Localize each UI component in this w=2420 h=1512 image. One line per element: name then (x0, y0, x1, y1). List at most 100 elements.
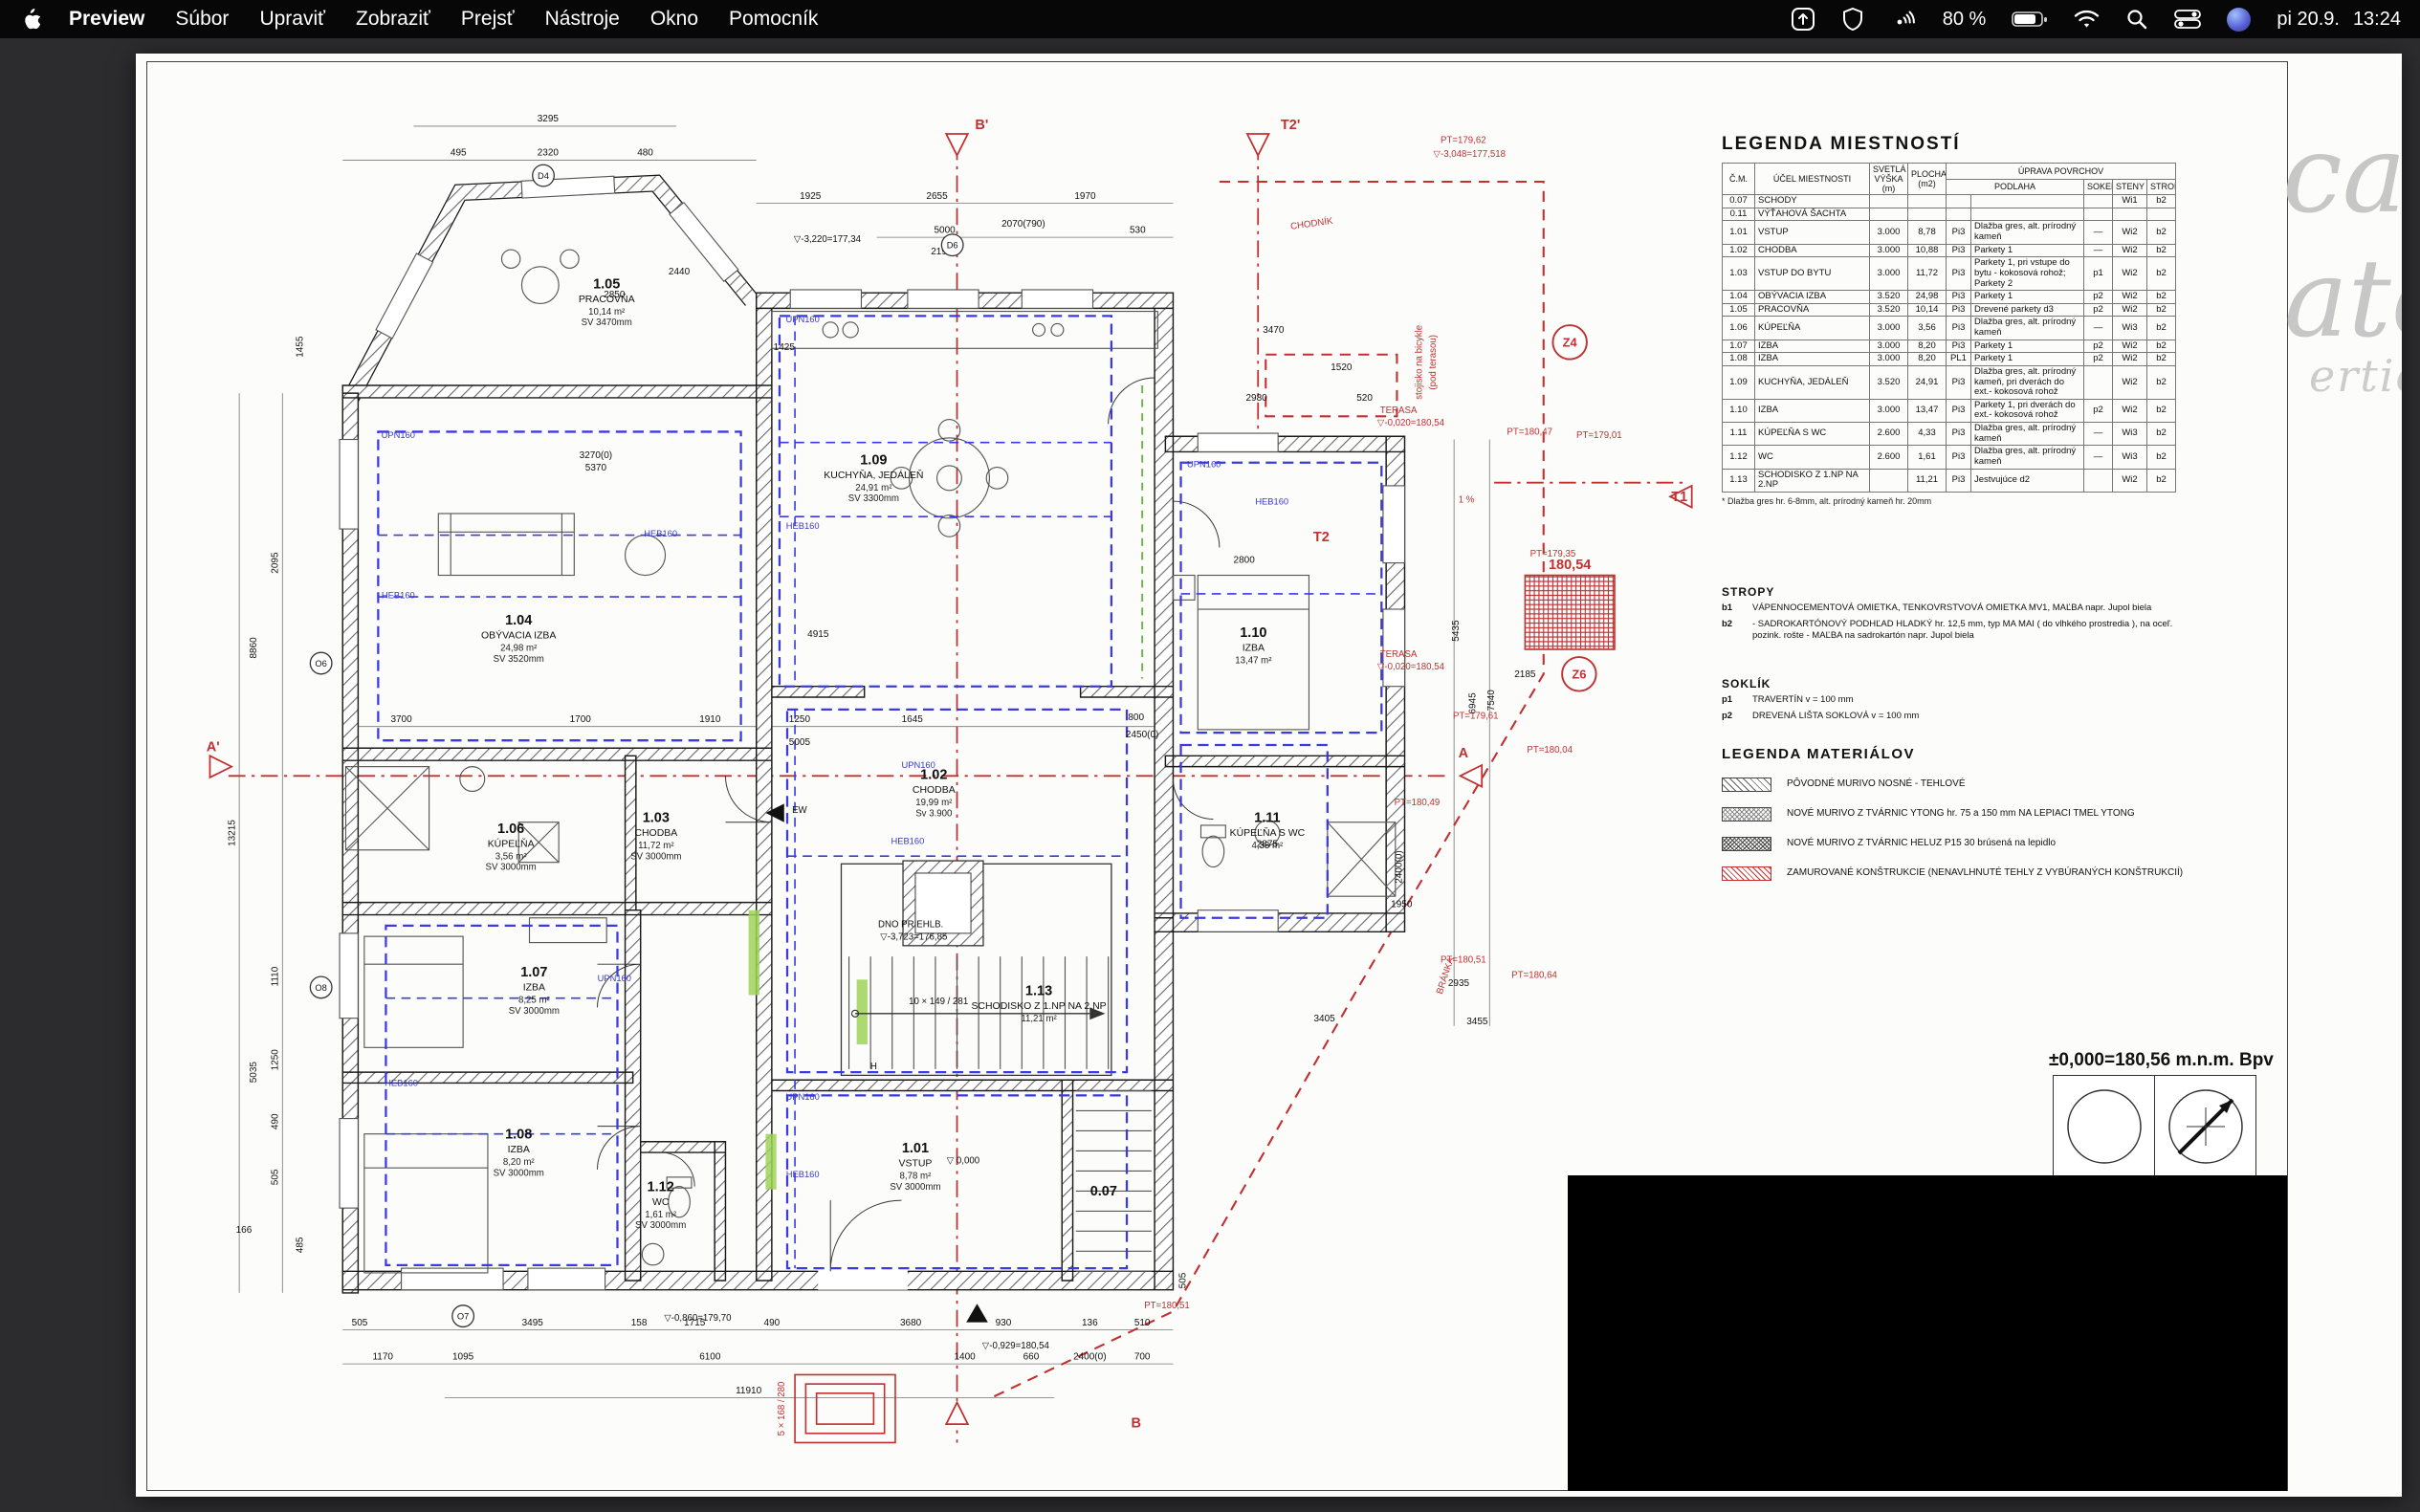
siri-icon[interactable] (2227, 8, 2251, 32)
dim-label: 1400 (954, 1351, 976, 1362)
spotlight-icon[interactable] (2125, 8, 2148, 31)
menu-clock[interactable]: pi 20.9. 13:24 (2277, 9, 2401, 31)
cell-steny: Wi2 (2113, 365, 2147, 399)
beam-label: HEB160 (644, 529, 677, 538)
dim-label: 136 (1082, 1318, 1098, 1328)
cell-sokel: p2 (2084, 399, 2113, 422)
dim-label: 660 (1023, 1351, 1040, 1362)
beam-label: HEB160 (786, 1170, 820, 1179)
radar-icon[interactable] (1890, 7, 1917, 32)
cell-sokel (2084, 469, 2113, 492)
cell-floor-code: Pi3 (1947, 291, 1971, 304)
shield-icon[interactable] (1841, 7, 1864, 32)
cell-cm: 1.10 (1723, 399, 1755, 422)
cell-area: 24,98 (1908, 291, 1947, 304)
room-label-height: Sv 3.900 (915, 808, 952, 819)
cell-strop (2147, 208, 2176, 221)
dim-label: 1700 (570, 714, 592, 725)
menu-zobrazit[interactable]: Zobraziť (341, 8, 446, 31)
cell-height (1870, 469, 1908, 492)
cell-strop: b2 (2147, 469, 2176, 492)
room-label-id: 0.07 (1090, 1184, 1117, 1199)
wifi-icon[interactable] (2074, 9, 2100, 30)
cell-sokel: — (2084, 446, 2113, 469)
cell-sokel: p2 (2084, 303, 2113, 317)
upload-icon[interactable] (1791, 7, 1815, 32)
menu-subor[interactable]: Súbor (160, 8, 244, 31)
apple-menu[interactable] (23, 9, 40, 30)
cell-strop: b2 (2147, 303, 2176, 317)
cell-steny (2113, 208, 2147, 221)
dim-label: 1910 (699, 714, 721, 725)
cell-cm: 1.05 (1723, 303, 1755, 317)
menu-okno[interactable]: Okno (635, 8, 714, 31)
cell-strop: b2 (2147, 317, 2176, 340)
cell-height: 3.000 (1870, 340, 1908, 353)
red-annotation: A' (207, 739, 220, 755)
cell-cm: 1.12 (1723, 446, 1755, 469)
dim-label: 2935 (1448, 978, 1470, 989)
cell-height: 3.520 (1870, 365, 1908, 399)
beam-label: UPN160 (1187, 460, 1221, 470)
red-annotation: PT=179,61 (1453, 712, 1499, 722)
cell-area: 11,21 (1908, 469, 1947, 492)
cell-area: 8,20 (1908, 353, 1947, 366)
material-swatch-ytong (1722, 807, 1771, 822)
cell-purpose: OBÝVACIA IZBA (1755, 291, 1870, 304)
cell-purpose: IZBA (1755, 340, 1870, 353)
material-label: NOVÉ MURIVO Z TVÁRNIC HELUZ P15 30 brúse… (1787, 838, 2056, 850)
room-label-area: 24,91 m² (855, 483, 892, 493)
dim-label: 1110 (270, 966, 280, 986)
cell-steny: Wi2 (2113, 399, 2147, 422)
cell-sokel: — (2084, 317, 2113, 340)
room-label-name: OBÝVACIA IZBA (481, 629, 556, 642)
cell-cm: 0.07 (1723, 195, 1755, 208)
cell-floor-code (1947, 208, 1971, 221)
soklik-code: p2 (1722, 711, 1743, 722)
red-annotation: stojisko na bicykle (1414, 325, 1424, 400)
cell-cm: 1.01 (1723, 221, 1755, 244)
section-flag-b-bottom (946, 1402, 968, 1424)
room-label-name: KÚPEĽŇA S WC (1230, 826, 1306, 839)
soklik-text: TRAVERTÍN v = 100 mm (1752, 694, 1854, 706)
cell-purpose: KUCHYŇA, JEDÁLEŇ (1755, 365, 1870, 399)
cell-sokel: — (2084, 221, 2113, 244)
room-legend-table: Č.M. ÚČEL MIESTNOSTI SVETLÁ VÝŠKA (m) PL… (1722, 163, 2176, 493)
menu-upravit[interactable]: Upraviť (244, 8, 341, 31)
cell-cm: 1.04 (1723, 291, 1755, 304)
cell-strop: b2 (2147, 291, 2176, 304)
dim-label: 1425 (774, 342, 796, 353)
room-label-height: SV 3000mm (630, 851, 681, 862)
exterior-steps (795, 1374, 895, 1442)
cell-strop: b2 (2147, 340, 2176, 353)
red-annotation: PT=179,62 (1441, 136, 1486, 146)
cell-floor: Dlažba gres, alt. prírodný kameň (1971, 221, 2084, 244)
cell-cm: 1.09 (1723, 365, 1755, 399)
cell-purpose: SCHODY (1755, 195, 1870, 208)
menu-nastroje[interactable]: Nástroje (530, 8, 635, 31)
battery-icon[interactable] (2012, 10, 2048, 29)
battery-percent: 80 % (1943, 9, 1987, 31)
menu-pomocnik[interactable]: Pomocník (714, 8, 833, 31)
cell-floor: Parkety 1 (1971, 244, 2084, 257)
room-label-name: WC (652, 1197, 670, 1208)
cell-area: 1,61 (1908, 446, 1947, 469)
cell-floor: Jestvujúce d2 (1971, 469, 2084, 492)
cell-area: 8,78 (1908, 221, 1947, 244)
cell-cm: 1.02 (1723, 244, 1755, 257)
beam-label: UPN160 (785, 1092, 819, 1102)
room-legend-row: 1.05PRACOVŇA3.52010,14Pi3Drevené parkety… (1723, 303, 2176, 317)
cell-steny: Wi2 (2113, 469, 2147, 492)
col-header-steny: STENY (2113, 179, 2147, 195)
cell-steny: Wi2 (2113, 244, 2147, 257)
cell-area: 24,91 (1908, 365, 1947, 399)
app-menu-preview[interactable]: Preview (54, 8, 160, 31)
room-label-name: KUCHYŇA, JEDÁLEŇ (824, 469, 923, 481)
menu-prejst[interactable]: Prejsť (446, 8, 530, 31)
control-center-icon[interactable] (2174, 8, 2201, 31)
cell-height: 3.000 (1870, 399, 1908, 422)
soklik-title: SOKLÍK (1722, 677, 2181, 690)
red-annotation: T2 (1313, 530, 1330, 545)
material-item: NOVÉ MURIVO Z TVÁRNIC HELUZ P15 30 brúse… (1722, 837, 2200, 851)
dim-label: 800 (1128, 712, 1144, 723)
